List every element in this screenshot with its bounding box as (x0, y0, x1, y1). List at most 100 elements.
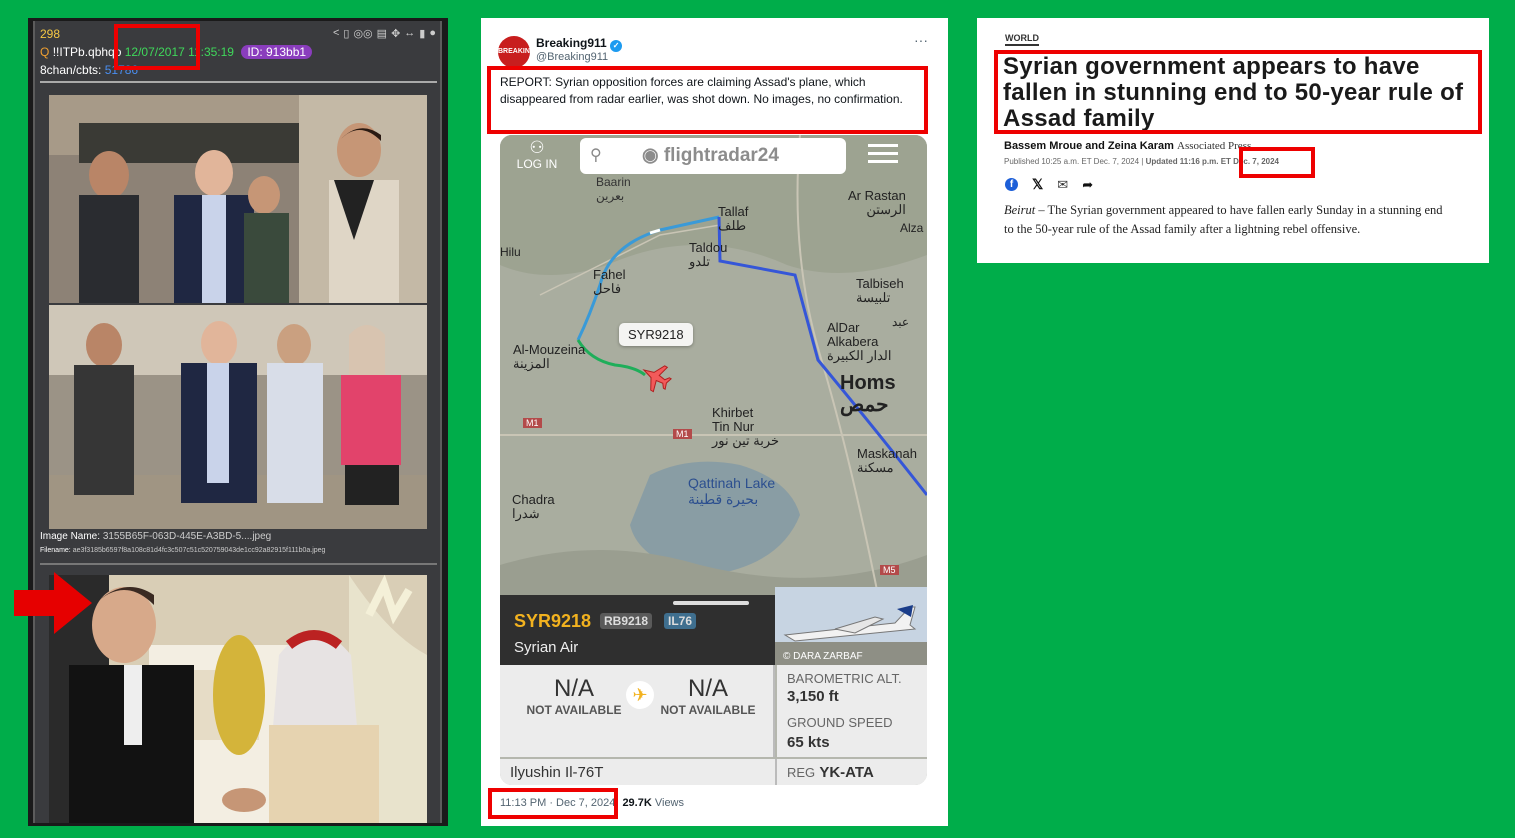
map-label-alza: Alza (900, 221, 924, 235)
tweet-timestamp[interactable]: 11:13 PM · Dec 7, 2024 (500, 797, 615, 809)
radar-top-bar: ⚇ LOG IN ⚲ ◉ flightradar24 (500, 135, 927, 183)
tweet-panel: BREAKING 911 Breaking911 ✓ @Breaking911 … (481, 18, 948, 826)
photo-handshake[interactable] (49, 575, 427, 823)
image-name-label: Image Name: (40, 531, 101, 542)
filename-label: Filename: (40, 547, 71, 554)
map-label-khirbet: Khirbet Tin Nur خربة تين نور (712, 405, 780, 448)
glasses-icon[interactable]: ◎◎ (353, 27, 372, 40)
photo-illustration (49, 95, 427, 303)
telemetry-section: BAROMETRIC ALT. 3,150 ft GROUND SPEED 65… (777, 665, 927, 757)
document-icon[interactable]: ▤ (377, 27, 387, 40)
map-label-chadra: Chadra شدرا (512, 492, 555, 521)
section-label[interactable]: WORLD (1005, 33, 1039, 46)
ground-speed-label: GROUND SPEED (787, 715, 893, 730)
clipboard-icon[interactable]: ▯ (343, 27, 349, 40)
photo-credit: © DARA ZARBAF (783, 651, 863, 662)
route-section: N/A NOT AVAILABLE ✈ N/A NOT AVAILABLE (500, 665, 775, 757)
article-headline: Syrian government appears to have fallen… (1003, 53, 1464, 132)
image-name-line: Image Name: 3155B65F-063D-445E-A3BD-5...… (40, 531, 271, 542)
user-icon: ⚇ (529, 138, 545, 157)
aircraft-model: Ilyushin Il-76T (510, 764, 604, 781)
map-label-fahel: Fahel فاحل (593, 267, 626, 296)
tripcode: !!ITPb.qbhqo (52, 45, 122, 59)
article-body: Beirut – The Syrian government appeared … (1004, 201, 1454, 239)
map-label-ar-rastan: Ar Rastan الرستن (848, 188, 906, 217)
photo-group-outdoor-2[interactable] (49, 305, 427, 529)
airline-name: Syrian Air (514, 639, 579, 656)
avatar[interactable]: BREAKING 911 (498, 36, 530, 68)
published-time: Published 10:25 a.m. ET Dec. 7, 2024 (1004, 157, 1140, 166)
photo-group-outdoor-1[interactable] (49, 95, 427, 303)
map-label-maskanah: Maskanah مسكنة (857, 446, 917, 475)
image-name-link[interactable]: 3155B65F-063D-445E-A3BD-5....jpeg (103, 531, 271, 542)
share-arrow-icon[interactable]: ➦ (1082, 177, 1093, 193)
filename-link[interactable]: ae3f3185b6597f8a108c81d4fc3c507c51c52075… (73, 547, 326, 554)
destination-airport[interactable]: N/A NOT AVAILABLE (648, 675, 768, 717)
x-icon[interactable]: 𝕏 (1032, 176, 1043, 193)
imageboard-post-panel: 298 < ▯ ◎◎ ▤ ✥ ↔ ▮ ● Q !!ITPb.qbhqo 12/0… (28, 18, 448, 826)
map-label-tallaf: Tallaf طلف (718, 204, 749, 233)
road-sign-m1: M1 (523, 418, 542, 428)
flightradar-logo: ◉ flightradar24 (642, 145, 779, 166)
agency: Associated Press (1177, 140, 1252, 152)
tweet-meta: 11:13 PM · Dec 7, 2024 29.7K Views (500, 797, 684, 809)
display-name[interactable]: Breaking911 (536, 36, 607, 50)
origin-airport[interactable]: N/A NOT AVAILABLE (514, 675, 634, 717)
reg-code-badge: RB9218 (600, 613, 653, 629)
post-reference-link[interactable]: 51786 (105, 63, 138, 77)
post-number[interactable]: 298 (40, 27, 60, 41)
aircraft-row: Ilyushin Il-76T REG YK-ATA (500, 759, 927, 785)
aircraft-type-badge: IL76 (664, 613, 697, 629)
tweet-text: REPORT: Syrian opposition forces are cla… (500, 75, 903, 106)
byline: Bassem Mroue and Zeina Karam Associated … (1004, 140, 1251, 152)
map-label-ar: عبد (892, 315, 910, 329)
handle[interactable]: @Breaking911 (536, 51, 608, 63)
baro-alt-value: 3,150 ft (787, 688, 839, 705)
flight-callout[interactable]: SYR9218 (619, 323, 693, 346)
filename-line: Filename: ae3f3185b6597f8a108c81d4fc3c50… (40, 547, 325, 554)
road-sign-m5: M5 (880, 565, 899, 575)
authors[interactable]: Bassem Mroue and Zeina Karam (1004, 140, 1174, 152)
post-date: 12/07/2017 (124, 45, 185, 59)
aircraft-photo[interactable]: © DARA ZARBAF (775, 587, 927, 665)
updated-date: Dec. 7, 2024 (1233, 157, 1279, 166)
map-label-al-mouzeina: Al-Mouzeina المزينة (513, 342, 586, 371)
post-header-line: Q !!ITPb.qbhqo 12/07/2017 11:35:19 ID: 9… (40, 45, 313, 59)
flightradar-screenshot[interactable]: Baarin بعرين Tallaf طلف Ar Rastan الرستن Hi… (500, 135, 927, 785)
board-line: 8chan/cbts: 51786 (40, 63, 138, 77)
divider (40, 563, 437, 565)
login-button[interactable]: ⚇ LOG IN (512, 138, 562, 172)
map-label-taldou: Taldou تلدو (689, 240, 728, 269)
article-lede: – The Syrian government appeared to have… (1004, 203, 1443, 236)
updated-label: Updated 11:16 p.m. ET (1145, 157, 1231, 166)
post-id-badge[interactable]: ID: 913bb1 (241, 45, 313, 59)
news-article-panel: WORLD Syrian government appears to have … (977, 18, 1489, 263)
baro-alt-label: BAROMETRIC ALT. (787, 671, 902, 686)
drag-handle[interactable] (673, 601, 749, 605)
publish-info: Published 10:25 a.m. ET Dec. 7, 2024 | U… (1004, 157, 1279, 166)
facebook-icon[interactable]: f (1005, 178, 1018, 191)
bell-icon[interactable]: ● (429, 27, 436, 40)
login-label: LOG IN (516, 157, 558, 171)
map-label-aldar: AlDar Alkabera الدار الكبيرة (827, 320, 892, 363)
divider (40, 81, 437, 83)
trash-icon[interactable]: ▮ (419, 27, 425, 40)
email-icon[interactable]: ✉ (1057, 177, 1068, 193)
share-icon[interactable]: < (333, 27, 339, 40)
road-sign-m1b: M1 (673, 429, 692, 439)
menu-icon[interactable] (868, 144, 898, 163)
board-name: 8chan/cbts: (40, 63, 102, 77)
divider (775, 759, 777, 785)
photo-illustration (49, 305, 427, 529)
views-count: 29.7K (622, 797, 652, 809)
move-icon[interactable]: ✥ (391, 27, 400, 40)
flight-card-header[interactable]: SYR9218 RB9218 IL76 Syrian Air (500, 595, 775, 665)
q-mark: Q (40, 45, 50, 59)
post-time: 11:35:19 (188, 45, 234, 59)
resize-icon[interactable]: ↔ (404, 27, 415, 40)
more-options-icon[interactable]: ··· (914, 32, 928, 48)
post-toolbar: < ▯ ◎◎ ▤ ✥ ↔ ▮ ● (333, 27, 436, 40)
post-card: 298 < ▯ ◎◎ ▤ ✥ ↔ ▮ ● Q !!ITPb.qbhqo 12/0… (33, 21, 442, 823)
search-bar[interactable]: ⚲ ◉ flightradar24 (580, 138, 846, 174)
registration: REG YK-ATA (787, 764, 874, 781)
